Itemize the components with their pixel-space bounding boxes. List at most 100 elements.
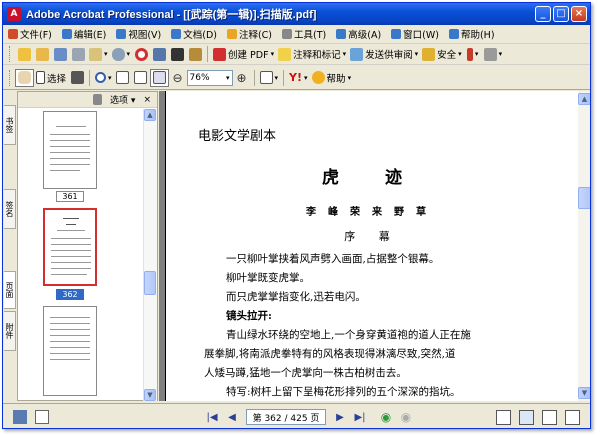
- scroll-up-button[interactable]: ▲: [144, 109, 156, 121]
- menu-item-6[interactable]: 高级(A): [331, 27, 386, 41]
- attach-button[interactable]: ▾: [110, 45, 133, 63]
- previous-page-button[interactable]: ◀: [224, 409, 240, 425]
- organizer-button[interactable]: [132, 45, 150, 63]
- menu-item-4[interactable]: 注释(C): [222, 27, 277, 41]
- screenplay-body: 一只柳叶掌挟着风声劈入画面,占据整个银幕。 柳叶掌既变虎掌。 而只虎掌掌指变化,迅若…: [204, 250, 564, 401]
- save-button[interactable]: [51, 45, 69, 63]
- scroll-down-button[interactable]: ▼: [144, 389, 156, 401]
- fit-page-icon: [134, 71, 148, 84]
- save-icon: [53, 47, 67, 61]
- actual-size-button[interactable]: [114, 69, 132, 87]
- window-menu-icon: [391, 29, 402, 39]
- tab-bookmarks[interactable]: 书签: [4, 105, 16, 145]
- send-review-button[interactable]: 发送供审阅 ▾: [348, 45, 420, 63]
- actual-size-icon: [116, 71, 130, 84]
- thumbnail-list: 361 362: [18, 109, 143, 401]
- doc-scroll-down-button[interactable]: ▼: [578, 387, 590, 399]
- next-page-button[interactable]: ▶: [332, 409, 348, 425]
- page-number-field[interactable]: 第 362 / 425 页: [246, 409, 326, 425]
- close-button[interactable]: ×: [571, 6, 587, 22]
- pen-icon: [466, 47, 473, 61]
- menu-item-1[interactable]: 编辑(E): [57, 27, 111, 41]
- print-button[interactable]: [69, 45, 87, 63]
- thumbnail-page-363[interactable]: [43, 306, 97, 396]
- secure-button[interactable]: 安全 ▾: [420, 45, 464, 63]
- yahoo-button[interactable]: Y! ▾: [287, 69, 310, 87]
- pages-panel: 选项 ▾ × 361 362 ▲ ▼: [17, 91, 158, 401]
- screenplay-paragraph: 展拳脚,将南派虎拳特有的风格表现得淋漓尽致,突然,道: [204, 348, 456, 360]
- document-view[interactable]: 电影文学剧本 虎 迹 李峰荣来野草 序 幕 一只柳叶掌挟着风声劈入画面,占据整个…: [159, 91, 578, 401]
- open-button[interactable]: [15, 45, 33, 63]
- menu-item-0[interactable]: 文件(F): [3, 27, 57, 41]
- last-page-button[interactable]: ▶|: [352, 409, 368, 425]
- facing-layout-icon[interactable]: [542, 409, 557, 425]
- menu-label: 窗口(W): [403, 30, 439, 41]
- rotate-view-button[interactable]: ▾: [258, 69, 281, 87]
- comment-icon: [278, 47, 292, 61]
- zoom-value: 76%: [189, 72, 210, 83]
- options-menu[interactable]: 选项 ▾: [110, 93, 135, 106]
- create-pdf-button[interactable]: 创建 PDF ▾: [211, 45, 276, 63]
- document-scrollbar[interactable]: ▲ ▼: [578, 91, 590, 401]
- menu-item-5[interactable]: 工具(T): [277, 27, 331, 41]
- doc-scroll-thumb[interactable]: [578, 187, 590, 209]
- go-forward-button[interactable]: ◉: [398, 409, 414, 425]
- tab-pages[interactable]: 页面: [4, 271, 16, 309]
- title-bar[interactable]: A Adobe Acrobat Professional - [[武踪(第一辑)…: [3, 3, 590, 25]
- menu-label: 帮助(H): [460, 30, 495, 41]
- close-panel-button[interactable]: ×: [143, 95, 151, 105]
- scroll-thumb[interactable]: [144, 271, 156, 295]
- fit-width-button[interactable]: [149, 68, 169, 87]
- zoom-tool-button[interactable]: ▾: [93, 69, 114, 87]
- zoom-in-button[interactable]: ⊕: [233, 69, 251, 87]
- zoom-select[interactable]: 76% ▾: [186, 69, 233, 86]
- screenplay-paragraph: 青山绿水环绕的空地上,一个身穿黄道袍的道人正在施: [226, 329, 471, 341]
- help-button[interactable]: 帮助 ▾: [310, 69, 354, 87]
- hand-tool-button[interactable]: [15, 68, 34, 87]
- document-info-icon[interactable]: [35, 410, 49, 424]
- page-layout-icon[interactable]: [13, 410, 27, 424]
- screenplay-paragraph: 而只虎掌掌指变化,迅若电闪。: [226, 291, 366, 303]
- continuous-facing-layout-icon[interactable]: [565, 409, 580, 425]
- thumbnail-page-361[interactable]: [43, 111, 97, 189]
- thumbnail-scrollbar[interactable]: ▲ ▼: [143, 109, 157, 401]
- go-back-button[interactable]: ◉: [378, 409, 394, 425]
- search-button[interactable]: [150, 45, 168, 63]
- select-tool-button[interactable]: 选择: [34, 69, 68, 87]
- continuous-layout-icon[interactable]: [519, 409, 534, 425]
- select-cursor-icon: [36, 71, 45, 84]
- menu-label: 编辑(E): [73, 30, 107, 41]
- sign-button[interactable]: ▾: [464, 45, 482, 63]
- tab-bookmarks-label: 书签: [5, 117, 14, 133]
- email-button[interactable]: ▾: [87, 45, 110, 63]
- trash-icon[interactable]: [93, 94, 103, 105]
- lock-icon: [422, 47, 436, 61]
- screenplay-title: 虎 迹: [322, 168, 422, 188]
- menu-item-7[interactable]: 窗口(W): [386, 27, 444, 41]
- maximize-button[interactable]: □: [553, 6, 569, 22]
- secure-label: 安全: [437, 50, 457, 61]
- forms-button[interactable]: ▾: [482, 45, 505, 63]
- fit-page-button[interactable]: [132, 69, 150, 87]
- menu-item-8[interactable]: 帮助(H): [444, 27, 500, 41]
- menu-item-2[interactable]: 视图(V): [111, 27, 166, 41]
- tab-attachments[interactable]: 附件: [4, 311, 16, 351]
- tab-attachments-label: 附件: [5, 323, 14, 339]
- stamp-icon: [188, 47, 202, 61]
- menu-item-3[interactable]: 文档(D): [166, 27, 222, 41]
- screenplay-paragraph: 一只柳叶掌挟着风声劈入画面,占据整个银幕。: [226, 253, 440, 265]
- comment-markup-button[interactable]: 注释和标记 ▾: [276, 45, 348, 63]
- help-menu-icon: [448, 29, 459, 39]
- print-icon: [71, 47, 85, 61]
- find-button[interactable]: [168, 45, 186, 63]
- edit-button[interactable]: [186, 45, 204, 63]
- thumbnail-page-362[interactable]: [43, 208, 97, 286]
- minimize-button[interactable]: _: [535, 6, 551, 22]
- first-page-button[interactable]: |◀: [204, 409, 220, 425]
- tab-signatures[interactable]: 签名: [4, 189, 16, 229]
- doc-scroll-up-button[interactable]: ▲: [578, 93, 590, 105]
- zoom-out-button[interactable]: ⊖: [169, 69, 187, 87]
- create-file-button[interactable]: [33, 45, 51, 63]
- snapshot-button[interactable]: [68, 69, 86, 87]
- single-page-layout-icon[interactable]: [496, 409, 511, 425]
